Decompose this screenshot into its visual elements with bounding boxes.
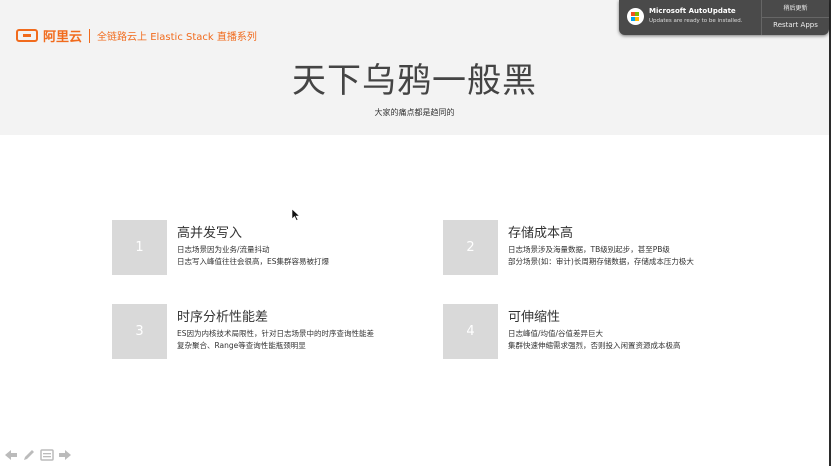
- card-desc-line-1: 日志场景因为业务/流量抖动: [177, 245, 270, 254]
- card-description: 日志峰值/均值/谷值差异巨大 集群快速伸缩需求强烈，否则投入闲置资源成本极高: [508, 328, 681, 352]
- presentation-slide: 阿里云 全链路云上 Elastic Stack 直播系列 天下乌鸦一般黑 大家的…: [0, 0, 829, 466]
- notification-body: Updates are ready to be installed.: [649, 18, 743, 24]
- card-number: 1: [112, 220, 167, 275]
- card-desc-line-1: ES因为内核技术局限性，针对日志场景中的时序查询性能差: [177, 329, 374, 338]
- card-title: 时序分析性能差: [177, 310, 269, 325]
- aliyun-logo: 阿里云 全链路云上 Elastic Stack 直播系列: [16, 26, 257, 45]
- next-slide-icon[interactable]: [58, 448, 72, 462]
- card-title: 存储成本高: [508, 226, 574, 241]
- series-label: 全链路云上 Elastic Stack 直播系列: [97, 32, 257, 43]
- card-number: 3: [112, 304, 167, 359]
- card-description: ES因为内核技术局限性，针对日志场景中的时序查询性能差 复杂聚合、Range等查…: [177, 328, 374, 352]
- slide-title: 天下乌鸦一般黑: [292, 61, 537, 101]
- card-title: 可伸缩性: [508, 310, 561, 325]
- card-number: 4: [443, 304, 498, 359]
- update-later-button[interactable]: 稍后更新: [762, 3, 829, 12]
- aliyun-logo-icon: [16, 29, 38, 42]
- notification-button-divider: [762, 17, 829, 18]
- notification-title: Microsoft AutoUpdate: [649, 7, 736, 15]
- logo-text: 阿里云: [43, 30, 83, 45]
- pen-tool-icon[interactable]: [22, 448, 36, 462]
- card-description: 日志场景涉及海量数据，TB级别起步，甚至PB级 部分场景(如：审计)长周期存储数…: [508, 244, 694, 268]
- previous-slide-icon[interactable]: [4, 448, 18, 462]
- card-desc-line-2: 日志写入峰值往往会很高，ES集群容易被打爆: [177, 257, 329, 266]
- restart-apps-button[interactable]: Restart Apps: [762, 21, 829, 29]
- card-desc-line-1: 日志峰值/均值/谷值差异巨大: [508, 329, 604, 338]
- mouse-cursor-icon: [292, 209, 300, 221]
- card-desc-line-2: 集群快速伸缩需求强烈，否则投入闲置资源成本极高: [508, 341, 681, 350]
- logo-separator: [89, 28, 91, 43]
- presentation-controls: [4, 448, 72, 462]
- slide-subtitle: 大家的痛点都是趋同的: [374, 108, 455, 117]
- card-title: 高并发写入: [177, 226, 243, 241]
- slide-menu-icon[interactable]: [40, 448, 54, 462]
- autoupdate-notification[interactable]: Microsoft AutoUpdate Updates are ready t…: [619, 0, 829, 35]
- microsoft-autoupdate-icon: [627, 8, 644, 25]
- card-number: 2: [443, 220, 498, 275]
- card-description: 日志场景因为业务/流量抖动 日志写入峰值往往会很高，ES集群容易被打爆: [177, 244, 329, 268]
- card-desc-line-2: 部分场景(如：审计)长周期存储数据，存储成本压力极大: [508, 257, 694, 266]
- card-desc-line-1: 日志场景涉及海量数据，TB级别起步，甚至PB级: [508, 245, 670, 254]
- card-desc-line-2: 复杂聚合、Range等查询性能瓶颈明显: [177, 341, 306, 350]
